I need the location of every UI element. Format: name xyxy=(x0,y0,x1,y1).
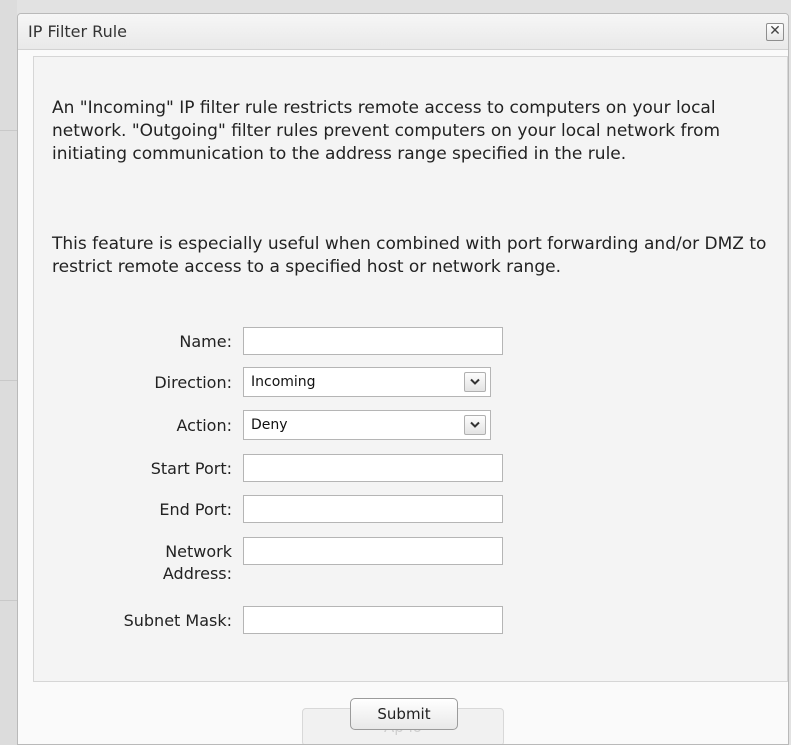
start-port-input[interactable] xyxy=(243,454,503,482)
description-paragraph-2: This feature is especially useful when c… xyxy=(52,234,767,277)
name-label: Name: xyxy=(179,332,232,351)
action-select[interactable]: Deny xyxy=(243,410,491,440)
dialog-titlebar: IP Filter Rule ✕ xyxy=(18,14,788,50)
backdrop-divider xyxy=(0,600,17,601)
backdrop-divider xyxy=(0,0,17,745)
close-button[interactable]: ✕ xyxy=(766,23,784,41)
start-port-label: Start Port: xyxy=(150,459,232,478)
action-select-value: Deny xyxy=(251,417,288,433)
name-input[interactable] xyxy=(243,327,503,355)
network-address-label-line1: Network xyxy=(165,542,232,561)
action-label: Action: xyxy=(176,416,233,435)
description-paragraph-1: An "Incoming" IP filter rule restricts r… xyxy=(52,98,721,164)
subnet-mask-label: Subnet Mask: xyxy=(123,611,232,630)
chevron-down-icon xyxy=(464,415,486,435)
network-address-input[interactable] xyxy=(243,537,503,565)
direction-label: Direction: xyxy=(154,373,232,392)
network-address-label: Network Address: xyxy=(52,541,232,585)
chevron-down-icon xyxy=(464,372,486,392)
direction-select-value: Incoming xyxy=(251,374,316,390)
network-address-label-line2: Address: xyxy=(162,564,232,583)
subnet-mask-input[interactable] xyxy=(243,606,503,634)
submit-button[interactable]: Submit xyxy=(350,698,458,730)
dialog-title: IP Filter Rule xyxy=(28,22,127,41)
backdrop-divider xyxy=(0,380,17,381)
end-port-input[interactable] xyxy=(243,495,503,523)
ip-filter-rule-dialog: IP Filter Rule ✕ An "Incoming" IP filter… xyxy=(17,13,789,745)
close-icon: ✕ xyxy=(769,23,781,39)
end-port-label: End Port: xyxy=(159,500,232,519)
direction-select[interactable]: Incoming xyxy=(243,367,491,397)
dialog-footer: Ap lo Submit xyxy=(18,692,788,744)
backdrop-divider xyxy=(0,130,17,131)
dialog-content: An "Incoming" IP filter rule restricts r… xyxy=(33,56,788,682)
